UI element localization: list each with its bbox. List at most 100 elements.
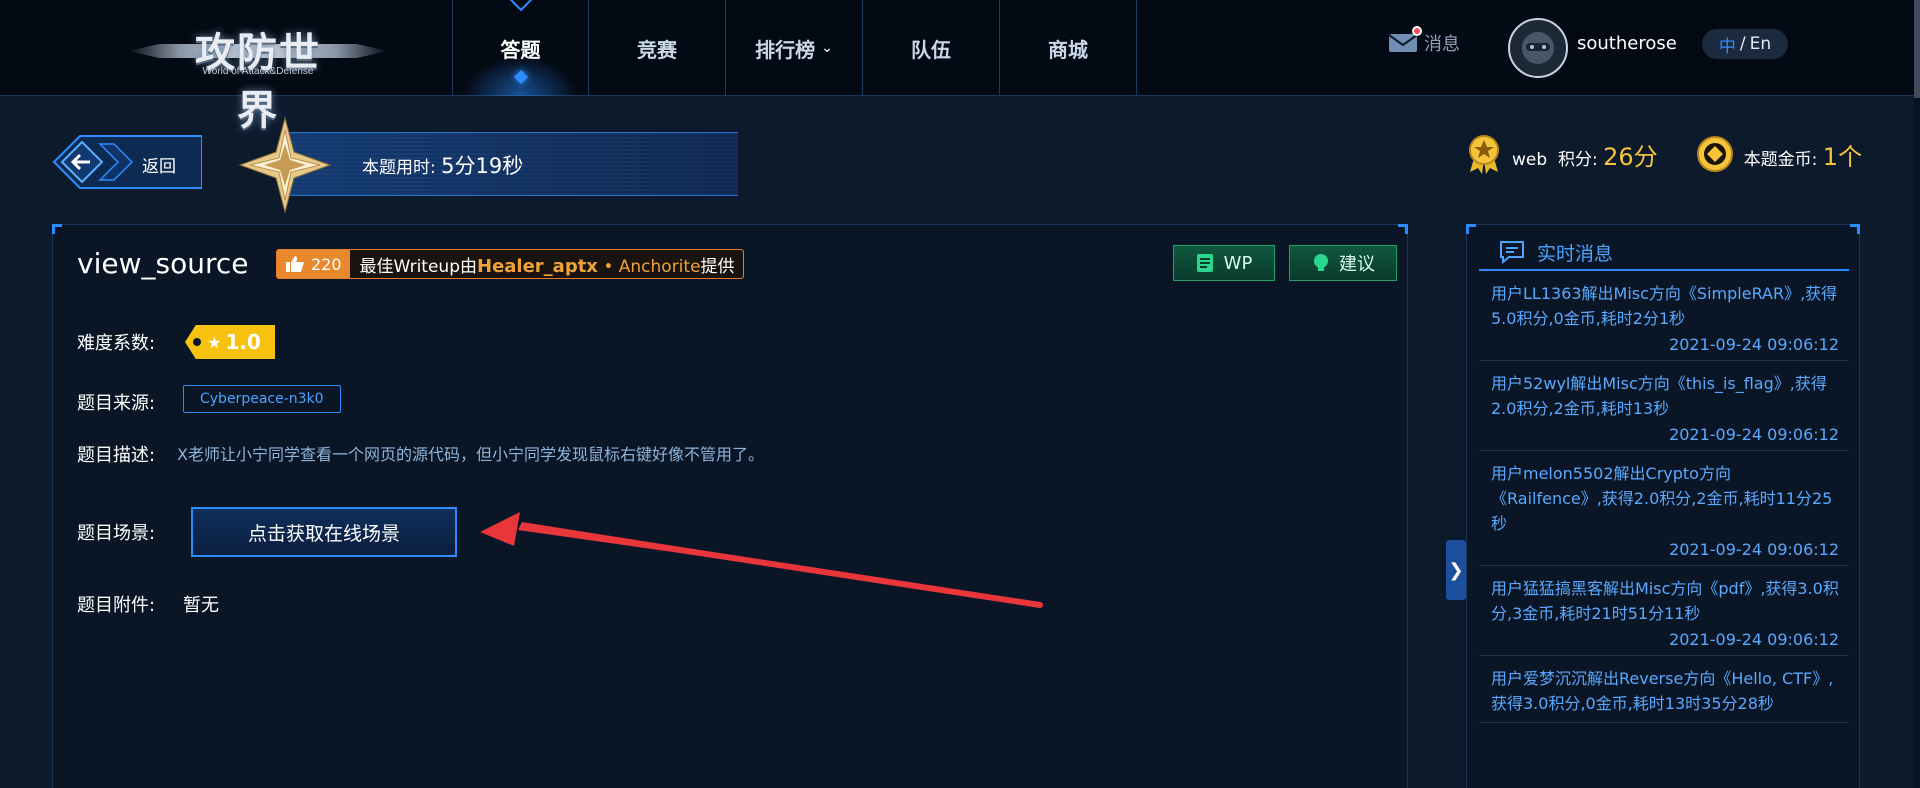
wp-button[interactable]: WP xyxy=(1173,245,1275,281)
panel-corner-decoration xyxy=(52,224,62,234)
scene-label: 题目场景: xyxy=(77,523,156,544)
news-time: 2021-09-24 09:06:12 xyxy=(1669,335,1839,354)
wp-button-label: WP xyxy=(1223,252,1253,274)
chat-bubble-icon xyxy=(1500,241,1524,264)
source-tag[interactable]: Cyberpeace-n3k0 xyxy=(183,385,341,413)
panel-corner-decoration xyxy=(1850,224,1860,234)
news-time: 2021-09-24 09:06:12 xyxy=(1669,540,1839,559)
difficulty-value: 1.0 xyxy=(225,330,261,354)
lightbulb-icon xyxy=(1314,254,1328,271)
nav-item-team[interactable]: 队伍 xyxy=(863,0,1000,96)
challenge-panel: view_source 220 最佳Writeup由Healer_aptx • … xyxy=(52,224,1408,788)
panel-corner-decoration xyxy=(1398,224,1408,234)
active-indicator-diamond-icon xyxy=(513,69,529,85)
category-label: web xyxy=(1512,149,1548,170)
attachment-label: 题目附件: xyxy=(77,595,156,616)
back-label: 返回 xyxy=(142,157,176,177)
list-item[interactable]: 用户52wyl解出Misc方向《this_is_flag》,获得2.0积分,2金… xyxy=(1479,361,1849,451)
description-text: X老师让小宁同学查看一个网页的源代码，但小宁同学发现鼠标右键好像不管用了。 xyxy=(177,445,764,464)
writeup-suffix: 提供 xyxy=(700,256,735,277)
coin-icon xyxy=(1696,136,1733,172)
list-item[interactable]: 用户爱梦沉沉解出Reverse方向《Hello, CTF》,获得3.0积分,0金… xyxy=(1479,656,1849,723)
news-text: 用户melon5502解出Crypto方向《Railfence》,获得2.0积分… xyxy=(1491,464,1833,533)
document-icon xyxy=(1196,254,1213,272)
news-time: 2021-09-24 09:06:12 xyxy=(1669,630,1839,649)
panel-corner-decoration xyxy=(1466,224,1476,234)
nav-item-label: 排行榜 xyxy=(755,37,816,62)
challenge-title: view_source xyxy=(77,247,249,280)
nav-item-leaderboard[interactable]: 排行榜 ⌄ xyxy=(726,0,863,96)
list-item[interactable]: 用户LL1363解出Misc方向《SimpleRAR》,获得5.0积分,0金币,… xyxy=(1479,271,1849,361)
messages-link[interactable]: 消息 xyxy=(1388,26,1460,56)
writeup-prefix: 最佳Writeup由 xyxy=(359,256,477,277)
coins-value: 1个 xyxy=(1822,142,1863,171)
nav-item-label: 商城 xyxy=(1048,37,1088,62)
nav-item-competition[interactable]: 竞赛 xyxy=(589,0,726,96)
writeup-author[interactable]: Healer_aptx xyxy=(477,256,598,277)
list-item[interactable]: 用户melon5502解出Crypto方向《Railfence》,获得2.0积分… xyxy=(1479,451,1849,566)
news-text: 用户LL1363解出Misc方向《SimpleRAR》,获得5.0积分,0金币,… xyxy=(1491,284,1838,328)
top-navigation-bar: 攻防世界 World of Attack&Defense 答题 竞赛 排行榜 ⌄… xyxy=(0,0,1920,134)
tag-hole-icon xyxy=(193,338,201,346)
timer-value: 5分19秒 xyxy=(441,154,524,178)
news-text: 用户爱梦沉沉解出Reverse方向《Hello, CTF》,获得3.0积分,0金… xyxy=(1491,669,1834,713)
news-text: 用户52wyl解出Misc方向《this_is_flag》,获得2.0积分,2金… xyxy=(1491,374,1827,418)
logo-subtitle: World of Attack&Defense xyxy=(202,66,314,77)
list-item[interactable]: 用户猛猛搞黑客解出Misc方向《pdf》,获得3.0积分,3金币,耗时21时51… xyxy=(1479,566,1849,656)
points-label: 积分: xyxy=(1557,149,1598,170)
difficulty-tag: ★ 1.0 xyxy=(185,325,275,359)
nav-item-label: 竞赛 xyxy=(637,37,677,62)
username[interactable]: southerose xyxy=(1577,33,1677,54)
lang-zh[interactable]: 中 xyxy=(1719,32,1736,57)
timer-text: 本题用时: 5分19秒 xyxy=(362,150,523,180)
nav-item-label: 队伍 xyxy=(911,37,951,62)
main-nav: 答题 竞赛 排行榜 ⌄ 队伍 商城 xyxy=(452,0,1137,96)
writeup-separator: • xyxy=(597,256,619,277)
unread-dot-icon xyxy=(1412,26,1422,36)
chevron-right-icon: ❯ xyxy=(1448,559,1464,581)
coins-label: 本题金币: xyxy=(1743,149,1818,170)
news-text: 用户猛猛搞黑客解出Misc方向《pdf》,获得3.0积分,3金币,耗时21时51… xyxy=(1491,579,1839,623)
suggest-button-label: 建议 xyxy=(1339,254,1375,275)
star-icon: ★ xyxy=(207,332,222,352)
nav-item-label: 答题 xyxy=(500,37,541,62)
avatar[interactable] xyxy=(1508,18,1568,78)
description-label: 题目描述: xyxy=(77,445,156,466)
like-count[interactable]: 220 xyxy=(277,250,350,278)
writeup-team[interactable]: Anchorite xyxy=(619,257,701,277)
nav-item-answer[interactable]: 答题 xyxy=(452,0,589,96)
back-button[interactable]: 返回 xyxy=(52,132,202,192)
score-block: web 积分: 26分 本题金币: 1个 xyxy=(1466,134,1862,174)
chevron-down-icon: ⌄ xyxy=(821,40,833,56)
site-logo[interactable]: 攻防世界 World of Attack&Defense xyxy=(128,16,388,134)
points-text: web 积分: 26分 xyxy=(1512,137,1658,172)
scrollbar-thumb[interactable] xyxy=(1914,0,1920,98)
points-value: 26分 xyxy=(1603,142,1658,171)
source-label: 题目来源: xyxy=(77,393,156,414)
page-scrollbar[interactable] xyxy=(1914,0,1920,788)
side-panel-header: 实时消息 xyxy=(1479,235,1849,271)
lang-en[interactable]: En xyxy=(1750,34,1772,54)
news-list: 用户LL1363解出Misc方向《SimpleRAR》,获得5.0积分,0金币,… xyxy=(1479,271,1849,723)
back-arrow-icon xyxy=(52,135,202,189)
active-indicator-top-icon xyxy=(509,0,533,12)
timer-label: 本题用时: xyxy=(362,158,436,178)
rank-star-icon xyxy=(238,116,332,214)
side-panel-title: 实时消息 xyxy=(1537,242,1614,265)
news-time: 2021-09-24 09:06:12 xyxy=(1669,425,1839,444)
medal-icon xyxy=(1469,135,1499,174)
writeup-credit: 最佳Writeup由Healer_aptx • Anchorite提供 xyxy=(360,252,735,277)
nav-item-shop[interactable]: 商城 xyxy=(1000,0,1137,96)
suggest-button[interactable]: 建议 xyxy=(1289,245,1397,281)
coins-text: 本题金币: 1个 xyxy=(1744,137,1862,172)
user-mask-icon xyxy=(1522,32,1554,64)
attachment-value: 暂无 xyxy=(183,595,219,616)
lang-separator: / xyxy=(1739,34,1746,54)
like-count-value: 220 xyxy=(311,254,342,274)
get-scene-button[interactable]: 点击获取在线场景 xyxy=(191,507,457,557)
language-switch[interactable]: 中 / En xyxy=(1702,29,1788,59)
difficulty-label: 难度系数: xyxy=(77,333,156,354)
best-writeup-badge[interactable]: 220 最佳Writeup由Healer_aptx • Anchorite提供 xyxy=(276,249,744,279)
side-panel-toggle[interactable]: ❯ xyxy=(1446,540,1466,600)
mail-icon xyxy=(1388,26,1422,54)
